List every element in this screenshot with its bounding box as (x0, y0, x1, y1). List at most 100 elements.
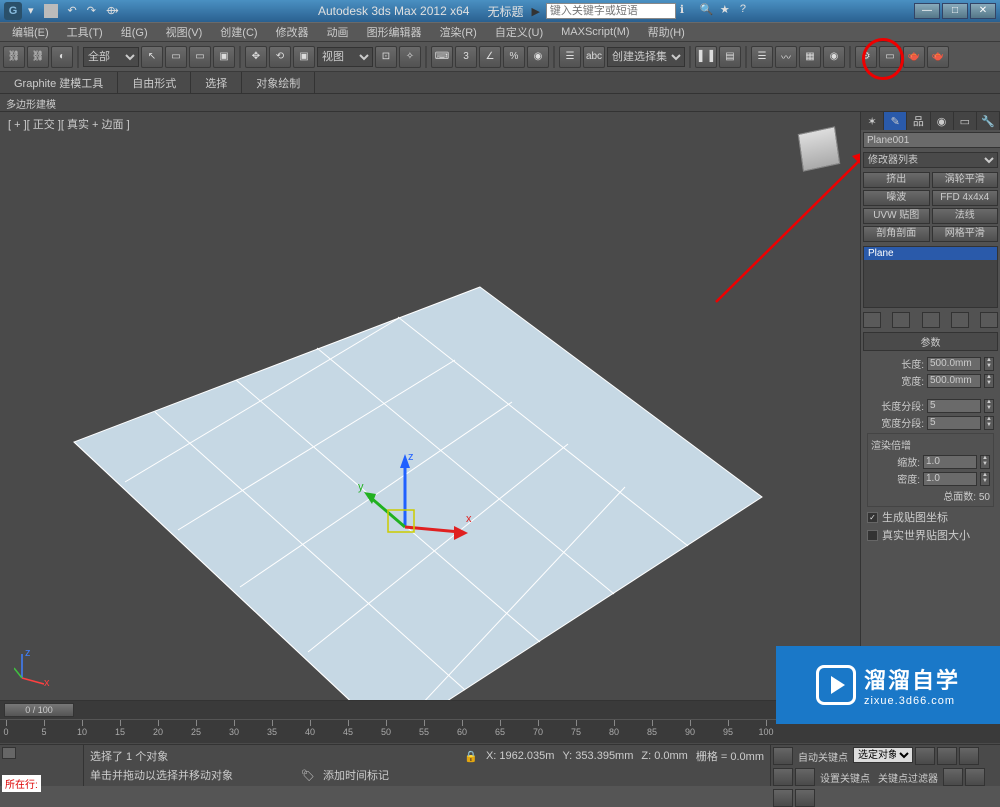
time-slider-thumb[interactable]: 0 / 100 (4, 703, 74, 717)
wseg-spinner[interactable]: ▲▼ (984, 416, 994, 430)
nav-zoom-button[interactable] (965, 768, 985, 786)
tab-modify[interactable]: ✎ (884, 112, 907, 130)
ribbon-tab-graphite[interactable]: Graphite 建模工具 (0, 72, 118, 94)
render-prod-button[interactable]: 🫖 (927, 46, 949, 68)
link-button[interactable]: ⛓ (3, 46, 25, 68)
binoculars-icon[interactable]: 🔍 (700, 3, 716, 19)
schematic-button[interactable]: ▦ (799, 46, 821, 68)
density-spinner[interactable]: ▲▼ (980, 472, 990, 486)
menu-render[interactable]: 渲染(R) (432, 22, 485, 42)
setkey-button[interactable]: 设置关键点 (817, 768, 873, 787)
undo-icon[interactable]: ↶ (68, 4, 77, 18)
keymode-button[interactable]: ⌨ (431, 46, 453, 68)
unlink-button[interactable]: ⛓ (27, 46, 49, 68)
width-spinner[interactable]: ▲▼ (984, 374, 994, 388)
script-mini-icon[interactable] (2, 747, 16, 759)
select-button[interactable]: ↖ (141, 46, 163, 68)
spinner-snap-button[interactable]: ◉ (527, 46, 549, 68)
lseg-input[interactable] (927, 399, 981, 413)
menu-create[interactable]: 创建(C) (212, 22, 265, 42)
stack-item-plane[interactable]: Plane (864, 247, 997, 260)
nsel-button[interactable]: ☰ (559, 46, 581, 68)
mod-normal[interactable]: 法线 (932, 208, 999, 224)
prev-frame-button[interactable] (937, 747, 957, 765)
menu-custom[interactable]: 自定义(U) (487, 22, 551, 42)
menu-group[interactable]: 组(G) (113, 22, 156, 42)
next-frame-button[interactable] (773, 768, 793, 786)
density-input[interactable] (923, 472, 977, 486)
info-icon[interactable]: ℹ (680, 3, 696, 19)
refcoord-select[interactable]: 视图 (317, 47, 373, 67)
selset-select[interactable]: 创建选择集 (607, 47, 685, 67)
real-world-checkbox[interactable] (867, 530, 878, 541)
bind-button[interactable]: ◐ (51, 46, 73, 68)
key-target-select[interactable]: 选定对象 (853, 747, 913, 763)
move-button[interactable]: ✥ (245, 46, 267, 68)
render-setup-button[interactable]: ⚙ (855, 46, 877, 68)
mod-turbosmooth[interactable]: 涡轮平滑 (932, 172, 999, 188)
angle-snap-button[interactable]: ∠ (479, 46, 501, 68)
search-input[interactable] (546, 3, 676, 19)
menu-help[interactable]: 帮助(H) (640, 22, 693, 42)
mod-uvwmap[interactable]: UVW 贴图 (863, 208, 930, 224)
plane-object[interactable]: z y x (0, 112, 860, 700)
filter-select[interactable]: 全部 (83, 47, 139, 67)
lock-icon[interactable]: 🔒 (464, 750, 478, 763)
material-button[interactable]: ◉ (823, 46, 845, 68)
dropdown-icon[interactable]: ▾ (28, 4, 34, 18)
rollout-params-header[interactable]: 参数 (863, 332, 998, 351)
scale-input[interactable] (923, 455, 977, 469)
maximize-button[interactable]: □ (942, 3, 968, 19)
mod-extrude[interactable]: 挤出 (863, 172, 930, 188)
mod-meshsmooth[interactable]: 网格平滑 (932, 226, 999, 242)
keyfilter-button[interactable]: 关键点过滤器 (875, 768, 941, 787)
mod-noise[interactable]: 噪波 (863, 190, 930, 206)
show-end-button[interactable] (892, 312, 910, 328)
abc-button[interactable]: abc (583, 46, 605, 68)
menu-edit[interactable]: 编辑(E) (4, 22, 57, 42)
lseg-spinner[interactable]: ▲▼ (984, 399, 994, 413)
rect-select-button[interactable]: ▭ (189, 46, 211, 68)
app-logo[interactable]: G (4, 2, 22, 20)
render-frame-button[interactable]: ▭ (879, 46, 901, 68)
ribbon-tab-freeform[interactable]: 自由形式 (118, 72, 191, 94)
menu-script[interactable]: MAXScript(M) (553, 24, 637, 40)
width-input[interactable] (927, 374, 981, 388)
ribbon-tab-select[interactable]: 选择 (191, 72, 242, 94)
layer-button[interactable]: ☰ (751, 46, 773, 68)
time-tag-icon[interactable]: 🏷 (301, 769, 315, 782)
rotate-button[interactable]: ⟲ (269, 46, 291, 68)
star-icon[interactable]: ★ (720, 3, 736, 19)
ribbon-tab-paint[interactable]: 对象绘制 (242, 72, 315, 94)
key-toggle-button[interactable] (773, 747, 793, 765)
link-icon[interactable]: ⟴ (106, 4, 119, 18)
snap-button[interactable]: 3 (455, 46, 477, 68)
length-input[interactable] (927, 357, 981, 371)
tab-motion[interactable]: ◉ (931, 112, 954, 130)
mod-ffd[interactable]: FFD 4x4x4 (932, 190, 999, 206)
tab-hierarchy[interactable]: 品 (907, 112, 930, 130)
render-button[interactable]: 🫖 (903, 46, 925, 68)
gen-map-checkbox[interactable]: ✓ (867, 512, 878, 523)
wseg-input[interactable] (927, 416, 981, 430)
menu-tools[interactable]: 工具(T) (59, 22, 111, 42)
add-time-tag[interactable]: 添加时间标记 (323, 767, 389, 783)
scale-spinner[interactable]: ▲▼ (980, 455, 990, 469)
menu-anim[interactable]: 动画 (319, 22, 357, 42)
tab-display[interactable]: ▭ (954, 112, 977, 130)
redo-icon[interactable]: ↷ (87, 4, 96, 18)
goto-end-button[interactable] (795, 768, 815, 786)
menu-modifier[interactable]: 修改器 (268, 22, 317, 42)
nav-pan-button[interactable] (943, 768, 963, 786)
menu-view[interactable]: 视图(V) (158, 22, 211, 42)
unique-button[interactable] (922, 312, 940, 328)
modifier-stack[interactable]: Plane (863, 246, 998, 308)
percent-snap-button[interactable]: % (503, 46, 525, 68)
nav-orbit-button[interactable] (773, 789, 793, 807)
goto-start-button[interactable] (915, 747, 935, 765)
nav-max-button[interactable] (795, 789, 815, 807)
curve-editor-button[interactable]: 〰 (775, 46, 797, 68)
scale-button[interactable]: ▣ (293, 46, 315, 68)
window-cross-button[interactable]: ▣ (213, 46, 235, 68)
close-button[interactable]: ✕ (970, 3, 996, 19)
